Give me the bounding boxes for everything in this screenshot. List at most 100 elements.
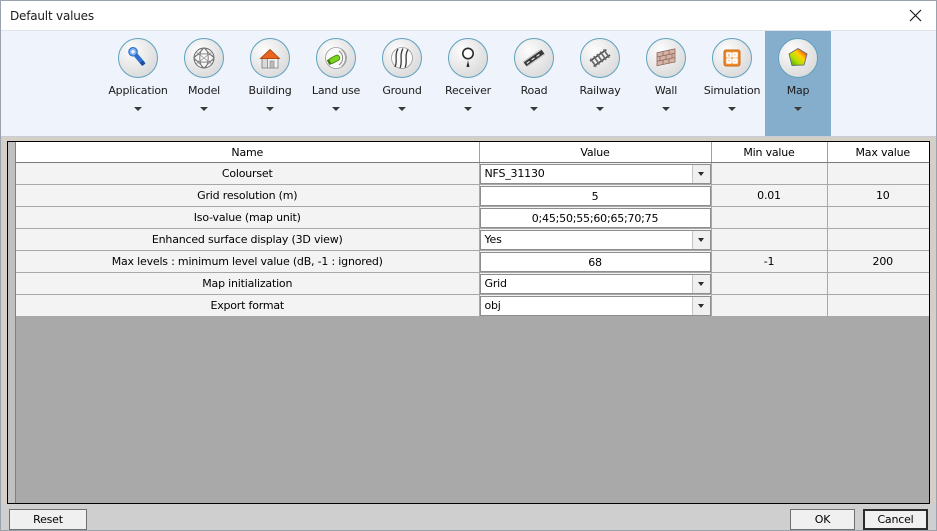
road-icon	[514, 38, 554, 78]
ribbon-tab-model[interactable]: Model	[171, 31, 237, 136]
property-name-cell: Colourset	[16, 162, 480, 185]
chevron-down-icon[interactable]	[266, 107, 274, 111]
max-value-cell	[827, 272, 929, 295]
max-value-cell: 10	[827, 184, 929, 207]
chevron-down-icon[interactable]	[691, 296, 710, 315]
min-value-cell: 0.01	[711, 184, 828, 207]
cancel-button[interactable]: Cancel	[863, 509, 928, 530]
chevron-down-icon[interactable]	[596, 107, 604, 111]
max-value-cell	[827, 294, 929, 317]
min-value-cell	[711, 206, 828, 229]
max-value-cell	[827, 228, 929, 251]
property-name-cell: Iso-value (map unit)	[16, 206, 480, 229]
property-value-cell[interactable]: 0;45;50;55;60;65;70;75	[479, 206, 712, 229]
ribbon-tab-label: Railway	[579, 84, 621, 97]
grid-container: Name Value Min value Max value Colourset…	[1, 137, 936, 504]
value-dropdown[interactable]: Yes	[479, 229, 710, 250]
ribbon-tab-simulation[interactable]: x ÷ + − Simulation	[699, 31, 765, 136]
ribbon-tab-label: Simulation	[703, 84, 761, 97]
properties-table: Name Value Min value Max value Colourset…	[16, 142, 929, 317]
ribbon-tab-building[interactable]: Building	[237, 31, 303, 136]
table-row[interactable]: Max levels : minimum level value (dB, -1…	[16, 250, 929, 273]
value-dropdown[interactable]: obj	[479, 295, 710, 316]
column-header-name[interactable]: Name	[16, 142, 480, 163]
grid-body: Name Value Min value Max value Colourset…	[16, 142, 929, 503]
property-name-cell: Enhanced surface display (3D view)	[16, 228, 480, 251]
property-value-cell[interactable]: 5	[479, 184, 712, 207]
dialog-footer: Reset OK Cancel	[1, 504, 936, 530]
min-value-cell: -1	[711, 250, 828, 273]
table-row[interactable]: Iso-value (map unit) 0;45;50;55;60;65;70;…	[16, 206, 929, 229]
value-text-field[interactable]: 0;45;50;55;60;65;70;75	[479, 207, 710, 228]
ribbon-tab-wall[interactable]: Wall	[633, 31, 699, 136]
footer-actions: OK Cancel	[790, 509, 928, 530]
window-title: Default values	[10, 8, 94, 23]
min-value-cell	[711, 294, 828, 317]
property-name-cell: Export format	[16, 294, 480, 317]
column-header-value[interactable]: Value	[479, 142, 712, 163]
chevron-down-icon[interactable]	[530, 107, 538, 111]
ground-waves-icon	[382, 38, 422, 78]
chevron-down-icon[interactable]	[691, 274, 710, 293]
chevron-down-icon[interactable]	[398, 107, 406, 111]
property-name-cell: Grid resolution (m)	[16, 184, 480, 207]
ribbon-tab-receiver[interactable]: Receiver	[435, 31, 501, 136]
grid-empty-area	[16, 317, 929, 503]
svg-text:+: +	[728, 59, 731, 64]
ribbon-tab-label: Building	[248, 84, 292, 97]
table-header-row: Name Value Min value Max value	[16, 142, 929, 163]
value-dropdown[interactable]: Grid	[479, 273, 710, 294]
ribbon-tab-label: Road	[520, 84, 548, 97]
property-name-cell: Max levels : minimum level value (dB, -1…	[16, 250, 480, 273]
ribbon-tab-land-use[interactable]: Land use	[303, 31, 369, 136]
chevron-down-icon[interactable]	[691, 230, 710, 249]
ribbon-tab-application[interactable]: Application	[105, 31, 171, 136]
chevron-down-icon[interactable]	[794, 107, 802, 111]
ribbon-tab-ground[interactable]: Ground	[369, 31, 435, 136]
title-bar: Default values	[1, 1, 936, 31]
max-value-cell	[827, 162, 929, 185]
value-dropdown-text: Grid	[484, 276, 507, 290]
chevron-down-icon[interactable]	[134, 107, 142, 111]
chevron-down-icon[interactable]	[332, 107, 340, 111]
ribbon-tab-road[interactable]: Road	[501, 31, 567, 136]
chevron-down-icon[interactable]	[691, 164, 710, 183]
ribbon-tab-label: Ground	[382, 84, 422, 97]
chevron-down-icon[interactable]	[464, 107, 472, 111]
property-value-cell[interactable]: Grid	[479, 272, 712, 295]
globe-mesh-icon	[184, 38, 224, 78]
ok-button[interactable]: OK	[790, 509, 855, 530]
value-text-field[interactable]: 5	[479, 185, 710, 206]
table-row[interactable]: Map initialization Grid	[16, 272, 929, 295]
property-value-cell[interactable]: Yes	[479, 228, 712, 251]
ribbon-tab-label: Receiver	[445, 84, 491, 97]
value-dropdown-text: obj	[484, 298, 501, 312]
ribbon-tab-label: Application	[108, 84, 168, 97]
table-row[interactable]: Export format obj	[16, 294, 929, 317]
column-header-max[interactable]: Max value	[827, 142, 929, 163]
column-header-min[interactable]: Min value	[711, 142, 828, 163]
value-dropdown-text: NFS_31130	[484, 166, 545, 180]
ribbon-toolbar: Application Model Building Land use Ground Re…	[1, 31, 936, 137]
property-value-cell[interactable]: 68	[479, 250, 712, 273]
table-row[interactable]: Colourset NFS_31130	[16, 162, 929, 185]
table-row[interactable]: Grid resolution (m) 5 0.01 10	[16, 184, 929, 207]
max-value-cell	[827, 206, 929, 229]
colour-map-icon	[778, 38, 818, 78]
reset-button[interactable]: Reset	[9, 509, 87, 530]
property-value-cell[interactable]: obj	[479, 294, 712, 317]
chevron-down-icon[interactable]	[200, 107, 208, 111]
chevron-down-icon[interactable]	[728, 107, 736, 111]
chevron-down-icon[interactable]	[662, 107, 670, 111]
value-text-field[interactable]: 68	[479, 251, 710, 272]
close-button[interactable]	[894, 1, 936, 30]
table-row[interactable]: Enhanced surface display (3D view) Yes	[16, 228, 929, 251]
ribbon-tab-railway[interactable]: Railway	[567, 31, 633, 136]
ribbon-tab-map[interactable]: Map	[765, 31, 831, 136]
value-dropdown-text: Yes	[484, 232, 502, 246]
property-value-cell[interactable]: NFS_31130	[479, 162, 712, 185]
house-icon	[250, 38, 290, 78]
value-dropdown[interactable]: NFS_31130	[479, 163, 710, 184]
min-value-cell	[711, 162, 828, 185]
close-icon	[909, 9, 922, 22]
